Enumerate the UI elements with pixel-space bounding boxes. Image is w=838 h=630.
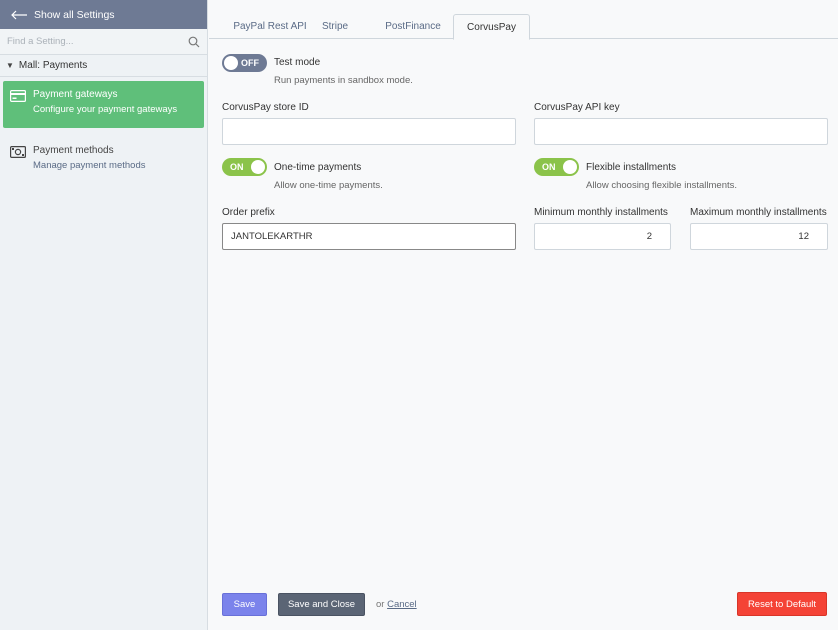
test-mode-hint: Run payments in sandbox mode. [274, 75, 413, 86]
one-time-payments-toggle[interactable]: ON [222, 158, 267, 176]
reset-to-default-button[interactable]: Reset to Default [737, 592, 827, 616]
flexible-installments-hint: Allow choosing flexible installments. [586, 180, 738, 191]
min-installments-input[interactable] [534, 223, 671, 250]
toggle-knob [251, 160, 265, 174]
save-button[interactable]: Save [222, 593, 267, 616]
order-prefix-input[interactable] [222, 223, 516, 250]
sidebar-item-title: Payment gateways [33, 89, 118, 100]
one-time-payments-hint: Allow one-time payments. [274, 180, 383, 191]
flexible-installments-label: Flexible installments [586, 162, 677, 173]
test-mode-label: Test mode [274, 57, 321, 68]
max-installments-input[interactable] [690, 223, 828, 250]
sidebar-item-payment-gateways[interactable]: Payment gateways Configure your payment … [3, 81, 204, 128]
api-key-label: CorvusPay API key [534, 102, 620, 113]
credit-card-icon [10, 90, 26, 102]
arrow-left-icon [11, 10, 27, 19]
sidebar-item-payment-methods[interactable]: Payment methods Manage payment methods [3, 137, 204, 179]
settings-sidebar: Show all Settings ▼ Mall: Payments Payme… [0, 0, 208, 630]
save-and-close-button[interactable]: Save and Close [278, 593, 365, 616]
money-icon [10, 146, 26, 158]
setting-search-input[interactable] [7, 36, 188, 47]
toggle-state-label: ON [542, 162, 556, 172]
toggle-state-label: ON [230, 162, 244, 172]
toggle-state-label: OFF [241, 58, 259, 68]
tab-postfinance[interactable]: PostFinance [381, 14, 445, 39]
max-installments-label: Maximum monthly installments [690, 207, 827, 218]
tab-corvuspay[interactable]: CorvusPay [453, 14, 530, 40]
chevron-down-icon: ▼ [6, 61, 14, 70]
cancel-link[interactable]: Cancel [387, 599, 417, 610]
sidebar-group-label: Mall: Payments [18, 60, 88, 71]
toggle-knob [224, 56, 238, 70]
sidebar-group-mall-payments[interactable]: ▼ Mall: Payments [0, 55, 207, 77]
store-id-label: CorvusPay store ID [222, 102, 309, 113]
show-all-settings-label: Show all Settings [34, 8, 115, 21]
sidebar-item-description: Configure your payment gateways [33, 104, 178, 115]
tab-paypal-rest-api[interactable]: PayPal Rest API [231, 14, 309, 39]
min-installments-label: Minimum monthly installments [534, 207, 668, 218]
or-label: or [376, 599, 385, 610]
one-time-payments-label: One-time payments [274, 162, 362, 173]
api-key-input[interactable] [534, 118, 828, 145]
settings-main: PayPal Rest API Stripe PostFinance Corvu… [209, 0, 838, 630]
or-cancel-text: or Cancel [376, 599, 417, 610]
flexible-installments-toggle[interactable]: ON [534, 158, 579, 176]
sidebar-item-description: Manage payment methods [33, 160, 146, 171]
tab-stripe[interactable]: Stripe [313, 14, 357, 39]
test-mode-toggle[interactable]: OFF [222, 54, 267, 72]
show-all-settings-link[interactable]: Show all Settings [0, 0, 207, 29]
order-prefix-label: Order prefix [222, 207, 275, 218]
gateway-tabs: PayPal Rest API Stripe PostFinance Corvu… [209, 14, 838, 40]
store-id-input[interactable] [222, 118, 516, 145]
toggle-knob [563, 160, 577, 174]
setting-search-bar [0, 29, 207, 55]
sidebar-item-title: Payment methods [33, 145, 114, 156]
search-icon[interactable] [188, 36, 200, 48]
